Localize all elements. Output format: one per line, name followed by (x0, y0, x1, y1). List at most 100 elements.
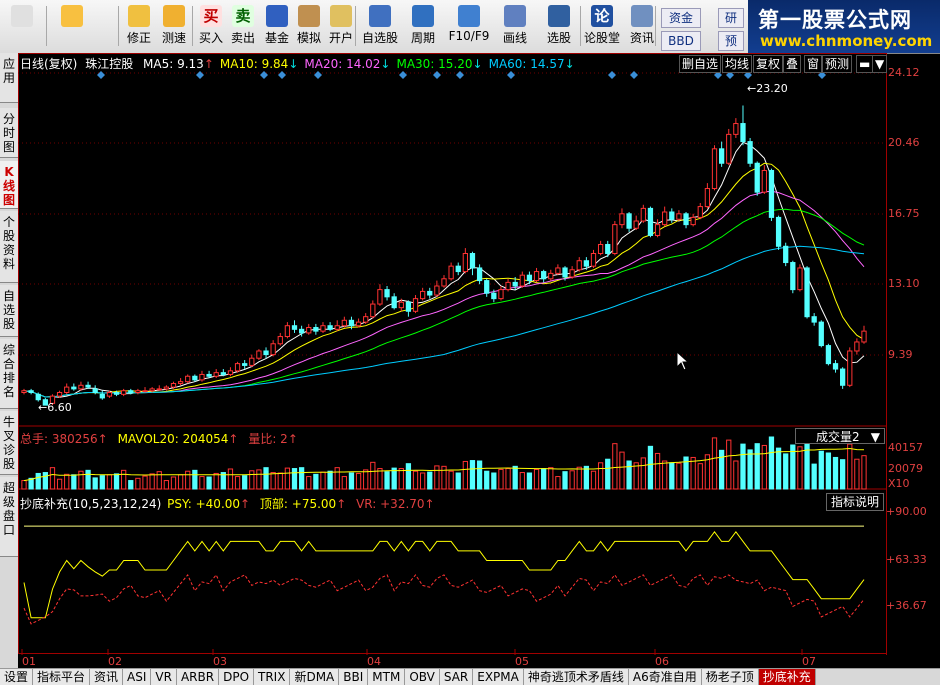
chart-option-button[interactable]: 叠 (783, 55, 802, 73)
candlestick (277, 332, 283, 346)
bottom-tab[interactable]: 抄底补充 (758, 669, 816, 685)
panel-toggle-icon[interactable]: ▬ (856, 55, 874, 73)
event-marker-icon[interactable] (97, 71, 105, 79)
chart-option-button[interactable]: 窗 (804, 55, 823, 73)
candlestick (156, 385, 162, 391)
candle-body (263, 350, 269, 356)
indicator-panel-header: 抄底补充(10,5,23,12,24) PSY: +40.00↑ 顶部: +75… (20, 495, 435, 512)
bottom-tab[interactable]: ARBR (176, 669, 220, 685)
toolbar-button-pencil[interactable]: 画线 (494, 2, 536, 51)
volume-bar (420, 472, 426, 490)
bottom-tab[interactable]: SAR (439, 669, 474, 685)
candlestick (234, 361, 241, 373)
toolbar-button-label: 模拟 (296, 31, 321, 45)
event-marker-icon[interactable] (278, 71, 286, 79)
bottom-tab[interactable]: A6奇准自用 (628, 669, 702, 685)
bottom-tab[interactable]: 设置 (0, 669, 34, 685)
bottom-tab[interactable]: OBV (405, 669, 440, 685)
candle-body (597, 243, 604, 255)
candlestick (740, 105, 746, 146)
left-tab-4[interactable]: 自选股 (0, 285, 18, 337)
toolbar-button-fund[interactable]: 基金 (262, 2, 292, 51)
toolbar-button-sell[interactable]: 卖卖出 (228, 2, 258, 51)
left-tab-5[interactable]: 综合排名 (0, 339, 18, 409)
event-marker-icon[interactable] (314, 71, 322, 79)
toolbar-button-screen[interactable]: 选股 (540, 2, 578, 51)
chart-option-button[interactable]: 均线 (722, 55, 753, 73)
toolbar-button-hammer[interactable]: 模拟 (294, 2, 324, 51)
toolbar-chip[interactable]: BBD (661, 31, 701, 51)
price-tick-label: 20.46 (888, 136, 920, 149)
bottom-tab[interactable]: 神奇逃顶术矛盾线 (523, 669, 629, 685)
toolbar-button-buy[interactable]: 买买入 (196, 2, 226, 51)
left-tab-2[interactable]: K线图 (0, 161, 18, 209)
candle-body (747, 141, 753, 164)
kline-chart-area[interactable] (18, 53, 940, 668)
fund-icon (266, 5, 288, 27)
bottom-tab[interactable]: VR (151, 669, 177, 685)
event-marker-icon[interactable] (260, 71, 268, 79)
event-marker-icon[interactable] (507, 71, 515, 79)
volume-bar (555, 476, 561, 490)
toolbar-button-f10[interactable]: F10/F9 (447, 2, 491, 51)
down-arrow-icon: ↓ (472, 57, 483, 71)
bottom-tab[interactable]: 杨老子顶 (701, 669, 759, 685)
volume-bar (832, 456, 839, 490)
left-tab-1[interactable]: 分时图 (0, 108, 18, 158)
toolbar-button-up-down-arrows[interactable]: 修正 (124, 2, 154, 51)
volume-bar (597, 462, 604, 490)
bottom-tab[interactable]: ASI (123, 669, 152, 685)
indicator-help-button[interactable]: 指标说明 (826, 493, 884, 511)
left-tab-0[interactable]: 应用 (0, 53, 18, 103)
candle-body (847, 350, 853, 386)
bottom-tab[interactable]: BBI (339, 669, 369, 685)
speed-dial-icon (163, 5, 185, 27)
candle-body (498, 289, 504, 300)
volume-dropdown[interactable]: 成交量2 ▼ (795, 428, 885, 444)
event-marker-icon[interactable] (630, 71, 638, 79)
chart-option-button[interactable]: 复权 (753, 55, 784, 73)
volume-bar (804, 436, 810, 490)
bottom-tab[interactable]: TRIX (254, 669, 291, 685)
bottom-tab[interactable]: EXPMA (473, 669, 524, 685)
left-tab-7[interactable]: 超级盘口 (0, 477, 18, 557)
toolbar-button-news[interactable]: 资讯 (627, 2, 657, 51)
event-marker-icon[interactable] (399, 71, 407, 79)
event-marker-icon[interactable] (433, 71, 441, 79)
bottom-tab[interactable]: DPO (219, 669, 255, 685)
chevron-down-icon[interactable]: ▼ (872, 55, 888, 73)
chart-option-button[interactable]: 删自选 (679, 55, 722, 73)
left-tab-3[interactable]: 个股资料 (0, 211, 18, 283)
chart-canvas[interactable] (18, 53, 940, 668)
volume-bar (854, 458, 860, 490)
toolbar-button-label: 周期 (410, 31, 435, 45)
bottom-tab[interactable]: 资讯 (90, 669, 124, 685)
event-marker-icon[interactable] (196, 71, 204, 79)
event-marker-icon[interactable] (456, 71, 464, 79)
candle-body (462, 253, 468, 273)
bottom-tab[interactable]: 新DMA (290, 669, 340, 685)
toolbar-button-forum[interactable]: 论论股堂 (583, 2, 621, 51)
toolbar-button-back-arrow[interactable] (52, 2, 92, 51)
toolbar-button-home[interactable] (2, 2, 42, 51)
toolbar-button-star[interactable]: 自选股 (360, 2, 400, 51)
candle-body (199, 373, 205, 381)
toolbar-button-speed-dial[interactable]: 测速 (158, 2, 190, 51)
toolbar-chip[interactable]: 研 (718, 8, 744, 28)
bottom-tab[interactable]: 指标平台 (33, 669, 91, 685)
candlestick (469, 251, 476, 276)
toolbar-chip[interactable]: 预 (718, 31, 744, 51)
bottom-tab[interactable]: MTM (368, 669, 406, 685)
candle-body (804, 267, 810, 318)
candle-body (662, 211, 668, 226)
left-tab-6[interactable]: 牛叉诊股 (0, 411, 18, 475)
toolbar-button-lock[interactable]: 开户 (326, 2, 356, 51)
candlestick (334, 320, 340, 332)
chart-option-button[interactable]: 预测 (822, 55, 853, 73)
candlestick (697, 202, 703, 220)
event-marker-icon[interactable] (608, 71, 616, 79)
toolbar-chip[interactable]: 资金 (661, 8, 701, 28)
toolbar-button-clock[interactable]: 周期 (404, 2, 442, 51)
candle-body (768, 169, 775, 218)
candlestick (754, 161, 760, 196)
